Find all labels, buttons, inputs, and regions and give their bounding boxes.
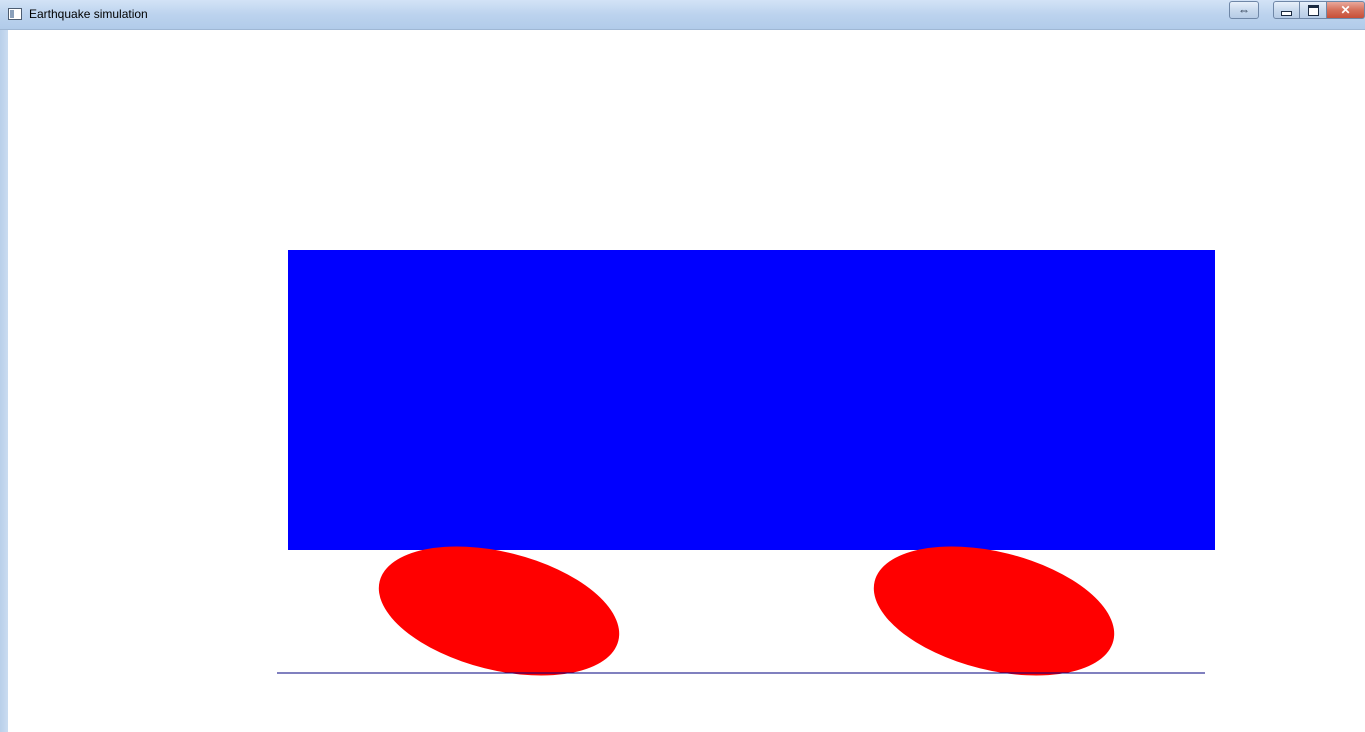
building-block xyxy=(288,250,1215,550)
base-isolator-left xyxy=(378,546,620,676)
simulation-scene xyxy=(277,250,1215,676)
base-isolator-right xyxy=(873,546,1115,676)
app-window: Earthquake simulation ⇔ ✕ xyxy=(0,0,1365,732)
